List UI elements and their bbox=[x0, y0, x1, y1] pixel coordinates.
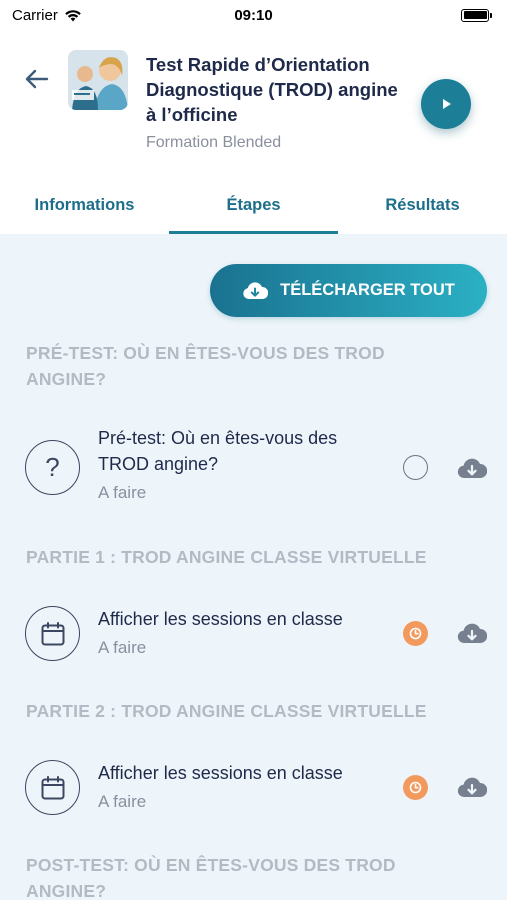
calendar-icon bbox=[25, 606, 80, 661]
course-header: Test Rapide d’Orientation Diagnostique (… bbox=[0, 40, 507, 170]
step-item[interactable]: Afficher les sessions en classe A faire bbox=[0, 748, 507, 838]
cloud-download-icon[interactable] bbox=[457, 457, 487, 479]
back-button[interactable] bbox=[22, 64, 52, 94]
step-status: A faire bbox=[98, 792, 147, 811]
status-time: 09:10 bbox=[234, 6, 273, 24]
clock-icon bbox=[403, 775, 428, 800]
course-thumbnail bbox=[68, 50, 128, 110]
download-all-button[interactable]: TÉLÉCHARGER TOUT bbox=[210, 264, 487, 317]
step-status: A faire bbox=[98, 638, 147, 657]
completion-radio[interactable] bbox=[403, 455, 428, 480]
status-bar: Carrier 09:10 bbox=[0, 0, 507, 30]
section-title: PRÉ-TEST: OÙ EN ÊTES-VOUS DES TROD ANGIN… bbox=[26, 343, 385, 389]
step-title: Afficher les sessions en classe bbox=[98, 609, 343, 629]
tab-bar: Informations Étapes Résultats bbox=[0, 170, 507, 234]
course-title: Test Rapide d’Orientation Diagnostique (… bbox=[146, 54, 398, 125]
tab-resultats[interactable]: Résultats bbox=[338, 170, 507, 234]
section-title: PARTIE 2 : TROD ANGINE CLASSE VIRTUELLE bbox=[26, 701, 427, 721]
clock-icon bbox=[403, 621, 428, 646]
carrier-label: Carrier bbox=[12, 6, 58, 24]
question-icon: ? bbox=[25, 440, 80, 495]
cloud-download-icon bbox=[243, 282, 269, 299]
step-item[interactable]: ? Pré-test: Où en êtes-vous des TROD ang… bbox=[0, 419, 507, 509]
status-left: Carrier bbox=[12, 7, 82, 24]
section-title: PARTIE 1 : TROD ANGINE CLASSE VIRTUELLE bbox=[26, 547, 427, 567]
play-icon bbox=[443, 99, 451, 109]
calendar-icon bbox=[25, 760, 80, 815]
battery-icon bbox=[461, 8, 492, 22]
tab-etapes[interactable]: Étapes bbox=[169, 170, 338, 234]
tab-informations[interactable]: Informations bbox=[0, 170, 169, 234]
cloud-download-icon[interactable] bbox=[457, 622, 487, 644]
arrow-left-icon bbox=[25, 69, 49, 89]
play-button[interactable] bbox=[421, 79, 471, 129]
section-title: POST-TEST: OÙ EN ÊTES-VOUS DES TROD ANGI… bbox=[26, 855, 396, 900]
step-title: Pré-test: Où en êtes-vous des TROD angin… bbox=[98, 428, 338, 474]
wifi-icon bbox=[65, 9, 81, 21]
step-status: A faire bbox=[98, 483, 147, 502]
cloud-download-icon[interactable] bbox=[457, 776, 487, 798]
steps-content: TÉLÉCHARGER TOUT PRÉ-TEST: OÙ EN ÊTES-VO… bbox=[0, 234, 507, 900]
step-item[interactable]: Afficher les sessions en classe A faire bbox=[0, 594, 507, 684]
download-all-label: TÉLÉCHARGER TOUT bbox=[280, 281, 455, 299]
course-subtitle: Formation Blended bbox=[146, 134, 282, 151]
step-title: Afficher les sessions en classe bbox=[98, 763, 343, 783]
